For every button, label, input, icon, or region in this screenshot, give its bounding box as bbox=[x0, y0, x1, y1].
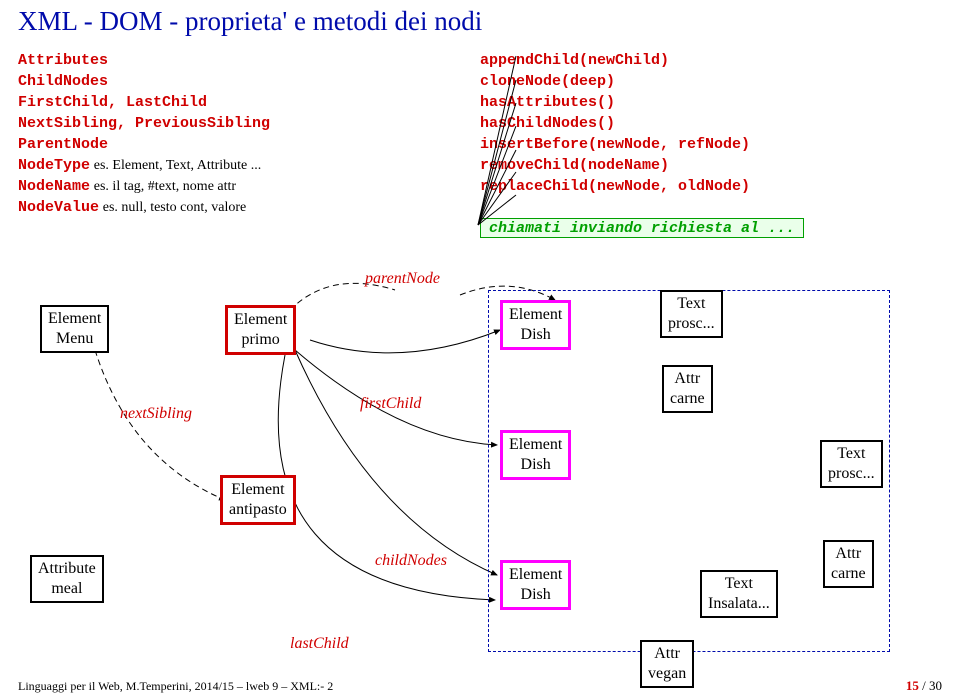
node-label-top: Element bbox=[229, 480, 287, 500]
prop-nextprev: NextSibling, PreviousSibling bbox=[18, 115, 270, 132]
node-label-top: Element bbox=[509, 305, 562, 325]
label-lastchild: lastChild bbox=[290, 635, 349, 653]
node-label-bottom: carne bbox=[670, 389, 705, 409]
node-label-bottom: carne bbox=[831, 564, 866, 584]
node-label-top: Attr bbox=[648, 644, 686, 664]
node-attribute-meal: Attribute meal bbox=[30, 555, 104, 603]
label-childnodes: childNodes bbox=[375, 552, 447, 570]
node-label-top: Element bbox=[234, 310, 287, 330]
prop-childnodes: ChildNodes bbox=[18, 73, 108, 90]
node-label-bottom: vegan bbox=[648, 664, 686, 684]
method-haschild: hasChildNodes() bbox=[480, 115, 615, 132]
prop-nodevalue: NodeValue bbox=[18, 199, 99, 216]
prop-nodename: NodeName bbox=[18, 178, 90, 195]
prop-nodetype: NodeType bbox=[18, 157, 90, 174]
prop-nodetype-ex: es. Element, Text, Attribute ... bbox=[94, 158, 262, 173]
node-text-insalata: Text Insalata... bbox=[700, 570, 778, 618]
node-element-primo: Element primo bbox=[225, 305, 296, 355]
label-nextsibling: nextSibling bbox=[120, 405, 192, 423]
node-label-top: Attr bbox=[831, 544, 866, 564]
page-total: / 30 bbox=[922, 678, 942, 693]
footer-text: Linguaggi per il Web, M.Temperini, 2014/… bbox=[18, 679, 333, 694]
node-label-top: Element bbox=[509, 435, 562, 455]
node-label-bottom: Dish bbox=[509, 455, 562, 475]
node-element-antipasto: Element antipasto bbox=[220, 475, 296, 525]
prop-nodevalue-ex: es. null, testo cont, valore bbox=[103, 200, 246, 215]
node-label-bottom: Dish bbox=[509, 585, 562, 605]
page-title: XML - DOM - proprieta' e metodi dei nodi bbox=[18, 6, 482, 37]
prop-parentnode: ParentNode bbox=[18, 136, 108, 153]
node-label-bottom: meal bbox=[38, 579, 96, 599]
node-element-dish3: Element Dish bbox=[500, 560, 571, 610]
method-hasattr: hasAttributes() bbox=[480, 94, 615, 111]
node-element-dish1: Element Dish bbox=[500, 300, 571, 350]
dom-properties: Attributes ChildNodes FirstChild, LastCh… bbox=[18, 50, 270, 218]
node-element-dish2: Element Dish bbox=[500, 430, 571, 480]
node-attr-carne2: Attr carne bbox=[823, 540, 874, 588]
dom-methods: appendChild(newChild) cloneNode(deep) ha… bbox=[480, 50, 750, 197]
method-insert: insertBefore(newNode, refNode) bbox=[480, 136, 750, 153]
method-replace: replaceChild(newNode, oldNode) bbox=[480, 178, 750, 195]
node-label-bottom: Dish bbox=[509, 325, 562, 345]
node-label-bottom: Insalata... bbox=[708, 594, 770, 614]
prop-nodename-ex: es. il tag, #text, nome attr bbox=[94, 179, 236, 194]
node-label-bottom: primo bbox=[234, 330, 287, 350]
node-label-bottom: antipasto bbox=[229, 500, 287, 520]
node-element-menu: Element Menu bbox=[40, 305, 109, 353]
note-text: chiamati inviando richiesta al ... bbox=[481, 216, 803, 241]
node-label-bottom: prosc... bbox=[828, 464, 875, 484]
node-label-top: Element bbox=[48, 309, 101, 329]
label-parentnode: parentNode bbox=[365, 270, 440, 288]
node-attr-carne1: Attr carne bbox=[662, 365, 713, 413]
node-text-prosc2: Text prosc... bbox=[820, 440, 883, 488]
method-append: appendChild(newChild) bbox=[480, 52, 669, 69]
label-firstchild: firstChild bbox=[360, 395, 421, 413]
node-label-bottom: Menu bbox=[48, 329, 101, 349]
prop-firstlast: FirstChild, LastChild bbox=[18, 94, 207, 111]
note-box: chiamati inviando richiesta al ... bbox=[480, 218, 804, 238]
page-current: 15 bbox=[906, 678, 919, 693]
prop-attributes: Attributes bbox=[18, 52, 108, 69]
node-label-top: Text bbox=[668, 294, 715, 314]
node-label-top: Attribute bbox=[38, 559, 96, 579]
node-label-top: Attr bbox=[670, 369, 705, 389]
method-clone: cloneNode(deep) bbox=[480, 73, 615, 90]
node-text-prosc1: Text prosc... bbox=[660, 290, 723, 338]
node-attr-vegan: Attr vegan bbox=[640, 640, 694, 688]
node-label-bottom: prosc... bbox=[668, 314, 715, 334]
node-label-top: Text bbox=[828, 444, 875, 464]
node-label-top: Text bbox=[708, 574, 770, 594]
method-remove: removeChild(nodeName) bbox=[480, 157, 669, 174]
page-number: 15 / 30 bbox=[906, 678, 942, 694]
node-label-top: Element bbox=[509, 565, 562, 585]
